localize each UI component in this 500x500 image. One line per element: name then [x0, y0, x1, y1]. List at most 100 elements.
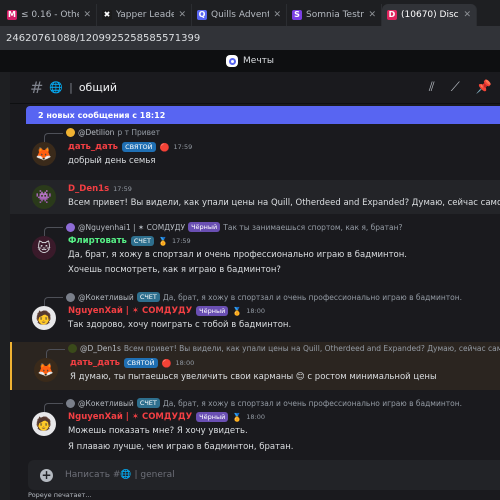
reply-user: @D_Den1s: [80, 344, 121, 353]
reply-preview[interactable]: @Кокетливый СЧЕТ Да, брат, я хожу в спор…: [44, 398, 462, 412]
message-text: Можешь показать мне? Я хочу увидеть.: [68, 426, 248, 436]
message: 👾 D_Den1s 17:59 Всем привет! Вы видели, …: [10, 180, 500, 214]
tab-favicon-icon: ✖: [102, 10, 112, 20]
reply-text: Да, брат, я хожу в спортзал и очень проф…: [162, 398, 462, 408]
reply-role-badge: СЧЕТ: [136, 398, 160, 408]
timestamp: 18:00: [246, 307, 266, 315]
tab-favicon-icon: Q: [197, 10, 207, 20]
globe-icon: 🌐: [49, 81, 64, 94]
role-badge: СВЯТОЙ: [124, 358, 158, 368]
username[interactable]: дать_дать: [70, 358, 120, 368]
role-badge: Чёрный: [196, 412, 229, 422]
message-text: Хочешь посмотреть, как я играю в бадминт…: [68, 265, 281, 275]
username[interactable]: NguyenXaй | ✶ СОМДУДУ: [68, 412, 192, 422]
reply-user: @Кокетливый: [78, 398, 134, 408]
close-icon[interactable]: ✕: [178, 10, 186, 20]
address-bar[interactable]: 24620761088/1209925258585571399: [0, 26, 500, 50]
avatar[interactable]: 🧑: [32, 306, 56, 330]
close-icon[interactable]: ✕: [273, 10, 281, 20]
medal-icon: 🏅: [232, 306, 243, 316]
timestamp: 17:59: [113, 185, 132, 193]
tab-favicon-icon: S: [292, 10, 302, 20]
channel-name: общий: [78, 81, 118, 94]
close-icon[interactable]: ✕: [368, 10, 376, 20]
reply-user: @Nguyenhai1 | ✶ СОМДУДУ: [78, 222, 186, 232]
username[interactable]: Флиртовать: [68, 236, 127, 246]
channel-header: # 🌐 | общий: [10, 72, 500, 104]
avatar[interactable]: 🐱: [32, 236, 56, 260]
reply-preview[interactable]: @Кокетливый СЧЕТ Да, брат, я хожу в спор…: [44, 292, 462, 306]
reply-text: Так ты занимаешься спортом, как я, брата…: [223, 222, 403, 232]
server-icon: [226, 55, 239, 67]
message-text: Я думаю, ты пытаешься увеличить свои кар…: [70, 372, 437, 382]
reply-text: р т Привет: [117, 128, 161, 137]
reply-avatar: [66, 398, 75, 408]
avatar[interactable]: 🧑: [32, 412, 56, 436]
username[interactable]: NguyenXaй | ✶ СОМДУДУ: [68, 306, 192, 316]
close-icon[interactable]: ✕: [463, 10, 471, 20]
message-composer[interactable]: + Написать #🌐 | general: [28, 460, 500, 490]
reply-text: Всем привет! Вы видели, как упали цены н…: [123, 344, 500, 353]
server-title-bar: Мечты: [0, 50, 500, 72]
role-badge: СЧЕТ: [130, 236, 154, 246]
url-text: 24620761088/1209925258585571399: [6, 32, 201, 44]
avatar[interactable]: 👾: [32, 185, 56, 209]
browser-tab[interactable]: ✖ Yapper Leaderbo ✕: [97, 4, 192, 26]
message-text: добрый день семья: [68, 156, 156, 166]
server-sidebar: [0, 72, 10, 500]
threads-icon[interactable]: ⫽: [429, 80, 435, 95]
reply-avatar: [66, 222, 75, 232]
reply-user: @Detilion: [78, 128, 115, 137]
message-list: @Detilion р т Привет 🦊 дать_дать СВЯТОЙ …: [10, 126, 500, 454]
username[interactable]: D_Den1s: [68, 184, 109, 194]
reply-text: Да, брат, я хожу в спортзал и очень проф…: [162, 292, 462, 302]
reply-preview[interactable]: @Nguyenhai1 | ✶ СОМДУДУ Чёрный Так ты за…: [43, 222, 403, 236]
reply-user: @Кокетливый: [78, 292, 134, 302]
username[interactable]: дать_дать: [68, 142, 118, 152]
typing-indicator: Popeye печатает...: [28, 491, 92, 499]
reply-avatar: [66, 128, 75, 137]
chat-main: # 🌐 | общий ⫽ ⟋ 📌 2 новых сообщения с 18…: [10, 72, 500, 500]
reply-preview[interactable]: @D_Den1s Всем привет! Вы видели, как упа…: [45, 344, 500, 358]
role-badge: СВЯТОЙ: [122, 142, 156, 152]
timestamp: 17:59: [171, 237, 191, 245]
role-icon: 🔴: [159, 142, 170, 152]
timestamp: 17:59: [173, 143, 193, 151]
new-messages-bar[interactable]: 2 новых сообщения с 18:12: [26, 106, 500, 124]
message: @Nguyenhai1 | ✶ СОМДУДУ Чёрный Так ты за…: [10, 220, 500, 282]
tab-label: Quills Adventure: [211, 10, 269, 20]
browser-tab[interactable]: S Somnia Testnet ✕: [287, 4, 382, 26]
add-attachment-icon[interactable]: +: [40, 468, 53, 482]
reply-preview[interactable]: @Detilion р т Привет: [43, 128, 161, 142]
new-messages-text: 2 новых сообщения с 18:12: [38, 110, 166, 120]
browser-tab-active[interactable]: D (10670) Discord ✕: [382, 4, 477, 26]
composer-placeholder: Написать #🌐 | general: [65, 470, 175, 480]
browser-tab[interactable]: M ≤ 0.16 - Otherdee ✕: [2, 4, 97, 26]
browser-tab[interactable]: Q Quills Adventure ✕: [192, 4, 287, 26]
tab-label: Yapper Leaderbo: [116, 10, 174, 20]
message-text: Я плаваю лучше, чем играю в бадминтон, б…: [68, 442, 294, 452]
reply-avatar: [68, 344, 77, 353]
avatar[interactable]: 🦊: [34, 358, 58, 382]
close-icon[interactable]: ✕: [83, 10, 91, 20]
avatar[interactable]: 🦊: [32, 142, 56, 166]
notification-settings-icon[interactable]: ⟋: [451, 80, 460, 95]
message-text: Так здорово, хочу поиграть с тобой в бад…: [68, 320, 292, 330]
reply-role-badge: СЧЕТ: [136, 292, 160, 302]
message-mention-highlight: @D_Den1s Всем привет! Вы видели, как упа…: [10, 342, 500, 390]
message: @Кокетливый СЧЕТ Да, брат, я хожу в спор…: [10, 396, 500, 454]
header-toolbar: ⫽ ⟋ 📌: [429, 80, 492, 95]
timestamp: 18:00: [246, 413, 266, 421]
pinned-icon[interactable]: 📌: [476, 80, 492, 95]
reply-avatar: [66, 292, 75, 302]
medal-icon: 🏅: [157, 236, 168, 246]
tab-label: ≤ 0.16 - Otherdee: [21, 10, 79, 20]
tab-favicon-icon: D: [387, 10, 397, 20]
channel-sep: |: [69, 81, 73, 94]
tab-favicon-icon: M: [7, 10, 17, 20]
browser-tab-bar: M ≤ 0.16 - Otherdee ✕ ✖ Yapper Leaderbo …: [0, 0, 500, 26]
tab-label: (10670) Discord: [401, 10, 459, 20]
role-badge: Чёрный: [196, 306, 229, 316]
message: @Detilion р т Привет 🦊 дать_дать СВЯТОЙ …: [10, 126, 500, 178]
role-icon: 🔴: [161, 358, 172, 368]
